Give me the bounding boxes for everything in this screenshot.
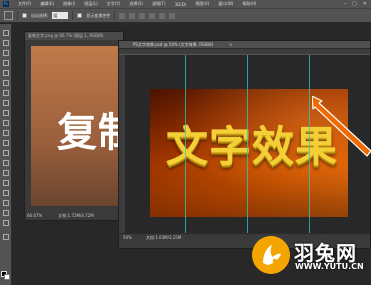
menu-file[interactable]: 文件(F) <box>18 1 31 7</box>
move-tool-icon[interactable] <box>3 30 9 36</box>
divider <box>17 11 18 20</box>
shape-tool-icon[interactable] <box>3 200 9 206</box>
document-tab[interactable]: 复制文字.png @ 66.7% (图层 1, RGB/8) <box>25 32 123 40</box>
background-color-swatch[interactable] <box>4 274 10 280</box>
align-center-icon[interactable] <box>159 12 166 19</box>
site-watermark: 羽兔网 WWW.YUTU.CN <box>252 234 370 282</box>
blur-tool-icon[interactable] <box>3 150 9 156</box>
auto-select-dropdown[interactable]: 组 <box>52 12 69 19</box>
gradient-tool-icon[interactable] <box>3 140 9 146</box>
show-transform-label: 显示变换控件 <box>86 12 111 18</box>
document-canvas[interactable]: 复制 <box>31 46 123 206</box>
dodge-tool-icon[interactable] <box>3 160 9 166</box>
brush-tool-icon[interactable] <box>3 100 9 106</box>
status-bar: 66.67% 文档:1.72M/4.72M <box>25 212 123 220</box>
menu-help[interactable]: 帮助(H) <box>242 1 256 7</box>
menu-bar: Ps 文件(F) 编辑(E) 图像(I) 图层(L) 文字(Y) 选择(S) 滤… <box>0 0 371 8</box>
document-window-copy-text: 复制文字.png @ 66.7% (图层 1, RGB/8) 复制 66.67%… <box>24 31 124 221</box>
menu-type[interactable]: 文字(Y) <box>107 1 121 7</box>
auto-select-label: 自动选择: <box>31 12 49 18</box>
align-top-icon[interactable] <box>119 12 126 19</box>
close-button[interactable]: ✕ <box>363 0 367 8</box>
show-transform-checkbox[interactable] <box>77 13 83 18</box>
menu-image[interactable]: 图像(I) <box>63 1 75 7</box>
zoom-level[interactable]: 50% <box>123 234 132 248</box>
menu-select[interactable]: 选择(S) <box>129 1 143 7</box>
history-brush-tool-icon[interactable] <box>3 120 9 126</box>
align-bottom-icon[interactable] <box>139 12 146 19</box>
healing-tool-icon[interactable] <box>3 90 9 96</box>
hand-tool-icon[interactable] <box>3 210 9 216</box>
guide-line[interactable] <box>185 55 186 235</box>
menu-3d[interactable]: 3D(D) <box>175 2 187 7</box>
pen-tool-icon[interactable] <box>3 170 9 176</box>
brand-url: WWW.YUTU.CN <box>295 262 364 271</box>
document-tab[interactable]: PS文字效果.psd @ 50% (文字效果, RGB/8) × <box>119 41 370 49</box>
type-tool-icon[interactable] <box>3 180 9 186</box>
minimize-button[interactable]: – <box>344 0 347 8</box>
menu-layer[interactable]: 图层(L) <box>84 1 97 7</box>
zoom-level[interactable]: 66.67% <box>27 212 42 220</box>
move-tool-icon[interactable] <box>4 11 13 20</box>
menu-view[interactable]: 视图(V) <box>195 1 209 7</box>
eraser-tool-icon[interactable] <box>3 130 9 136</box>
menu-filter[interactable]: 滤镜(T) <box>152 1 166 7</box>
menu-window[interactable]: 窗口(W) <box>218 1 233 7</box>
eyedropper-tool-icon[interactable] <box>3 80 9 86</box>
divider <box>72 11 74 20</box>
close-tab-icon[interactable]: × <box>229 41 232 49</box>
lasso-tool-icon[interactable] <box>3 50 9 56</box>
crop-tool-icon[interactable] <box>3 70 9 76</box>
yutu-rabbit-logo-icon <box>252 236 290 274</box>
stamp-tool-icon[interactable] <box>3 110 9 116</box>
document-tab-title: PS文字效果.psd @ 50% (文字效果, RGB/8) <box>133 42 214 47</box>
menu-edit[interactable]: 编辑(E) <box>40 1 54 7</box>
align-left-icon[interactable] <box>149 12 156 19</box>
zoom-tool-icon[interactable] <box>3 220 9 226</box>
options-bar: 自动选择: 组 显示变换控件 <box>0 8 371 23</box>
window-controls: – ▢ ✕ <box>344 0 371 8</box>
edit-toolbar-icon[interactable] <box>3 234 9 240</box>
guide-line[interactable] <box>247 55 248 235</box>
tools-panel <box>0 24 12 285</box>
pointer-arrow-icon <box>312 96 371 157</box>
align-middle-icon[interactable] <box>129 12 136 19</box>
path-select-tool-icon[interactable] <box>3 190 9 196</box>
maximize-button[interactable]: ▢ <box>352 0 357 8</box>
document-size: 文档:1.03M/3.15M <box>145 235 182 240</box>
document-size: 文档:1.72M/4.72M <box>58 213 94 218</box>
marquee-tool-icon[interactable] <box>3 40 9 46</box>
guide-line[interactable] <box>309 55 310 235</box>
auto-select-checkbox[interactable] <box>22 13 27 18</box>
canvas-text: 复制 <box>57 110 123 156</box>
quick-select-tool-icon[interactable] <box>3 60 9 66</box>
divider <box>114 11 116 20</box>
photoshop-window: Ps 文件(F) 编辑(E) 图像(I) 图层(L) 文字(Y) 选择(S) 滤… <box>0 0 371 285</box>
photoshop-logo: Ps <box>3 1 9 7</box>
align-right-icon[interactable] <box>169 12 176 19</box>
